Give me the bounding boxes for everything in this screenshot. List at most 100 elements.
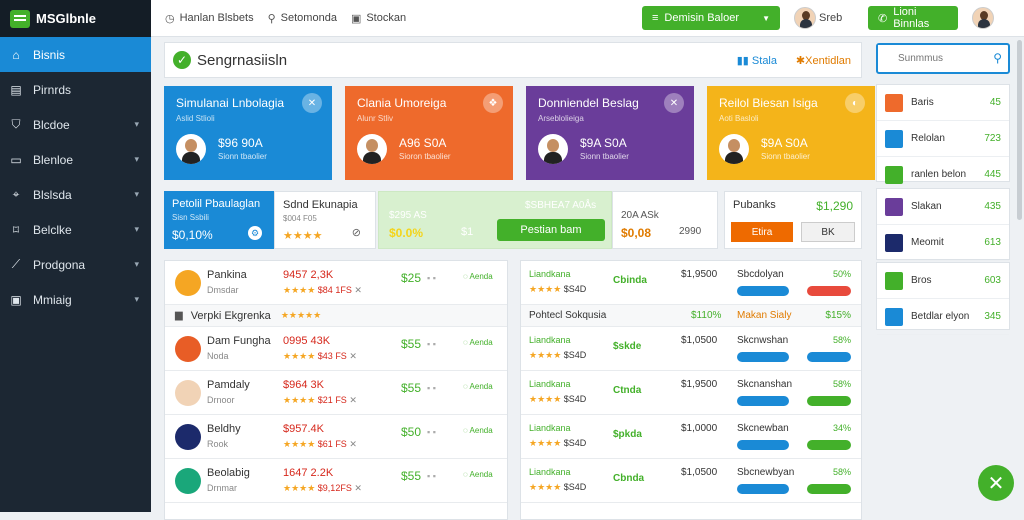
refresh-icon[interactable]: ⊘ bbox=[352, 226, 361, 239]
card-badge-icon[interactable]: ❖ bbox=[483, 93, 503, 113]
item-sub: ★★★★ $S4D bbox=[529, 438, 586, 449]
card-badge-icon[interactable]: ✕ bbox=[302, 93, 322, 113]
sidebar-item-blslsda[interactable]: ⌖ Blslsda ▾ bbox=[0, 177, 151, 212]
right-item-value: 435 bbox=[984, 201, 1001, 212]
scrollbar[interactable] bbox=[1017, 40, 1022, 220]
close-icon[interactable]: ✕ bbox=[349, 395, 357, 405]
item-v: $S4D bbox=[563, 350, 587, 360]
sidebar-item-prodgona[interactable]: ⟋ Prodgona ▾ bbox=[0, 247, 151, 282]
item-status[interactable]: ◌ Aenda bbox=[463, 382, 493, 391]
list2-item[interactable]: Liandkana ★★★★ $S4D Cbnda $1,0500 Sbcnewbyan… bbox=[521, 459, 861, 503]
status-pill[interactable] bbox=[737, 484, 789, 494]
card-badge-icon[interactable]: ◐ bbox=[845, 93, 865, 113]
right-panel-1: Baris 45 Relolan 723 ranlen belon 445 bbox=[876, 84, 1010, 193]
small-dot-icon: ▪ ▪ bbox=[427, 427, 436, 437]
rating-stars: ★★★★ bbox=[283, 395, 316, 405]
item-label: Skcnewban bbox=[737, 423, 789, 434]
status-pill[interactable] bbox=[737, 440, 789, 450]
search-box[interactable]: ⚲ bbox=[876, 43, 1010, 74]
settings-icon[interactable]: ⚙ bbox=[248, 226, 262, 240]
summary-card[interactable]: Clania Umoreiga Alunr Stliv ❖ A96 S0A Sioron… bbox=[345, 86, 513, 180]
status-pill[interactable] bbox=[807, 352, 851, 362]
item-value: $957.4K bbox=[283, 423, 324, 435]
topbar-link-1[interactable]: ◷ Hanlan Blsbets bbox=[165, 12, 254, 25]
sidebar-nav: ⌂ Bisnis ▤ Pirnrds ⛉ Blcdoe ▾ ▭ Blenloe ▾ ⌖ Blslsda… bbox=[0, 37, 151, 317]
list-item[interactable]: Dam Fungha Noda 0995 43K ★★★★ $43 FS ✕ $55 ▪ … bbox=[165, 327, 507, 371]
sidebar-item-bisnis[interactable]: ⌂ Bisnis bbox=[0, 37, 151, 72]
item-status[interactable]: ◌ Aenda bbox=[463, 338, 493, 347]
status-pill[interactable] bbox=[737, 286, 789, 296]
dropdown-button[interactable]: ≡ Demisin Baloer ▼ bbox=[642, 6, 780, 30]
action-label: Lioni Binnlas bbox=[893, 6, 930, 30]
profile-avatar[interactable] bbox=[972, 7, 994, 29]
topbar-link-2[interactable]: ⚲ Setomonda bbox=[268, 12, 337, 25]
list2-item[interactable]: Liandkana ★★★★ $S4D Cbinda $1,9500 Sbcdolyan… bbox=[521, 261, 861, 305]
list-item[interactable]: Beolabig Drnmar 1647 2.2K ★★★★ $9,12FS ✕ $55… bbox=[165, 459, 507, 503]
header-link-stala[interactable]: ▮▮ Stala bbox=[737, 54, 777, 67]
status-pill[interactable] bbox=[807, 396, 851, 406]
item-status[interactable]: ◌ Aenda bbox=[463, 470, 493, 479]
status-pill[interactable] bbox=[737, 396, 789, 406]
stat-card-4[interactable]: 20A ASk $0,08 2990 bbox=[612, 191, 718, 249]
action-button[interactable]: ✆ Lioni Binnlas bbox=[868, 6, 958, 30]
summary-card[interactable]: Donniendel Beslag Arseblolieiga ✕ $9A S0A Si… bbox=[526, 86, 694, 180]
list-item[interactable]: Beldhy Rook $957.4K ★★★★ $61 FS ✕ $50 ▪ ▪ ◌ Ae… bbox=[165, 415, 507, 459]
stat-card-5[interactable]: Pubanks $1,290 Etira BK bbox=[724, 191, 862, 249]
stat-card-2[interactable]: Sdnd Ekunapia $004 F05 ★★★★ ⊘ bbox=[274, 191, 376, 249]
list2-item[interactable]: Liandkana ★★★★ $S4D Ctnda $1,9500 Skcnanshan… bbox=[521, 371, 861, 415]
search-icon[interactable]: ⚲ bbox=[993, 51, 1002, 65]
summary-card[interactable]: Simulanai Lnbolagia Aslid Stlioli ✕ $96 90A… bbox=[164, 86, 332, 180]
rating-stars: ★★★★ bbox=[529, 394, 562, 404]
header-link-label: Stala bbox=[751, 55, 777, 67]
status-pill[interactable] bbox=[807, 440, 851, 450]
sidebar-item-belclke[interactable]: ⌑ Belclke ▾ bbox=[0, 212, 151, 247]
button-label: Etira bbox=[751, 226, 773, 238]
list2-item[interactable]: Liandkana ★★★★ $S4D $pkda $1,0000 Skcnewban 3… bbox=[521, 415, 861, 459]
logo[interactable]: MSGlbnle bbox=[0, 0, 151, 37]
status-pill[interactable] bbox=[807, 286, 851, 296]
status-pill[interactable] bbox=[737, 352, 789, 362]
right-item[interactable]: Meomit 613 bbox=[877, 225, 1009, 261]
item-value: $964 3K bbox=[283, 379, 324, 391]
sidebar-item-mmiaig[interactable]: ▣ Mmiaig ▾ bbox=[0, 282, 151, 317]
chevron-down-icon: ▾ bbox=[134, 119, 139, 129]
item-value-sub: ★★★★ $43 FS ✕ bbox=[283, 351, 357, 362]
right-item[interactable]: Bros 603 bbox=[877, 263, 1009, 299]
avatar[interactable] bbox=[794, 7, 816, 29]
sidebar-item-pirnrds[interactable]: ▤ Pirnrds bbox=[0, 72, 151, 107]
stat-card-3[interactable]: $295 AS $0.0% $1 $SBHEA7 A0Ås Pestian ba… bbox=[378, 191, 612, 249]
stat-card-1[interactable]: Petolil Pbaulaglan Sisn Ssbili $0,10% ⚙ bbox=[164, 191, 274, 249]
right-item-value: 613 bbox=[984, 237, 1001, 248]
btn-etira[interactable]: Etira bbox=[731, 222, 793, 242]
topbar-link-3[interactable]: ▣ Stockan bbox=[351, 12, 406, 25]
right-item[interactable]: Baris 45 bbox=[877, 85, 1009, 121]
list-item[interactable]: Pamdaly Drnoor $964 3K ★★★★ $21 FS ✕ $55 ▪ ▪ ◌… bbox=[165, 371, 507, 415]
right-item[interactable]: Relolan 723 bbox=[877, 121, 1009, 157]
close-icon[interactable]: ✕ bbox=[354, 285, 362, 295]
list2-item[interactable]: Liandkana ★★★★ $S4D $skde $1,0500 Skcnwshan 5… bbox=[521, 327, 861, 371]
item-status[interactable]: ◌ Aenda bbox=[463, 272, 493, 281]
search-input[interactable] bbox=[878, 45, 978, 71]
item-value-sub: ★★★★ $9,12FS ✕ bbox=[283, 483, 362, 494]
close-icon[interactable]: ✕ bbox=[349, 439, 357, 449]
sidebar-item-blcdoe[interactable]: ⛉ Blcdoe ▾ bbox=[0, 107, 151, 142]
header-link-xentidlan[interactable]: ✱Xentidlan bbox=[796, 54, 851, 67]
status-pill[interactable] bbox=[807, 484, 851, 494]
stat-action-button[interactable]: Pestian bam bbox=[497, 219, 605, 241]
item-icon bbox=[885, 233, 903, 252]
right-item[interactable]: Slakan 435 bbox=[877, 189, 1009, 225]
card-badge-icon[interactable]: ✕ bbox=[664, 93, 684, 113]
right-item[interactable]: Betdlar elyon 345 bbox=[877, 299, 1009, 335]
close-fab-button[interactable]: ✕ bbox=[978, 465, 1014, 501]
item-status[interactable]: ◌ Aenda bbox=[463, 426, 493, 435]
right-item-label: Betdlar elyon bbox=[911, 311, 970, 322]
sidebar-item-blenloe[interactable]: ▭ Blenloe ▾ bbox=[0, 142, 151, 177]
close-icon[interactable]: ✕ bbox=[349, 351, 357, 361]
section-label: Verpki Ekgrenka bbox=[190, 309, 271, 322]
close-icon[interactable]: ✕ bbox=[354, 483, 362, 493]
summary-card[interactable]: Reilol Biesan Isiga Aoti Basloli ◐ $9A S0A S… bbox=[707, 86, 875, 180]
list-item[interactable]: Pankina Dmsdar 9457 2,3K ★★★★ $84 1FS ✕ $25 ▪… bbox=[165, 261, 507, 305]
chevron-down-icon: ▾ bbox=[134, 259, 139, 269]
card-sub: Aslid Stlioli bbox=[176, 114, 215, 123]
btn-bk[interactable]: BK bbox=[801, 222, 855, 242]
